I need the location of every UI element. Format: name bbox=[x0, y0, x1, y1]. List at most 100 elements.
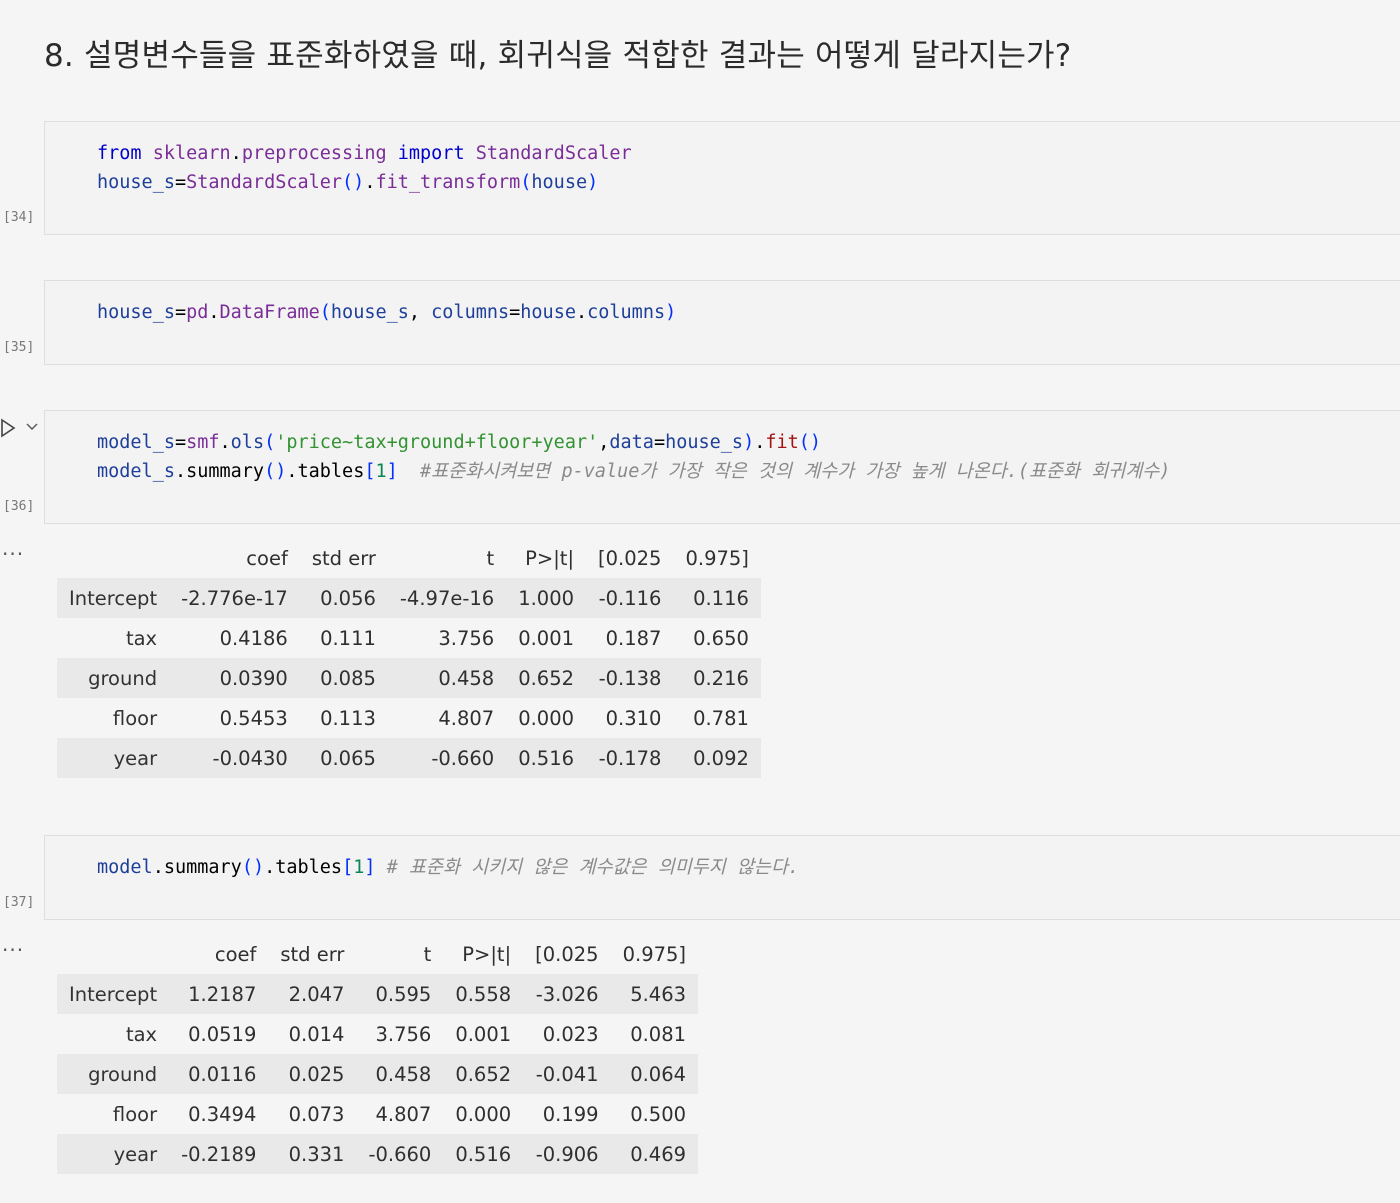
table-cell: 5.463 bbox=[630, 982, 687, 1006]
table-cell: 0.516 bbox=[455, 1142, 512, 1166]
table-row: tax 0.4186 0.111 3.756 0.001 0.187 0.650 bbox=[57, 618, 761, 658]
column-header: P>|t| bbox=[462, 942, 512, 966]
table-cell: 0.025 bbox=[288, 1062, 345, 1086]
table-cell: 0.092 bbox=[693, 746, 749, 770]
table-row: year -0.0430 0.065 -0.660 0.516 -0.178 0.092 bbox=[57, 738, 761, 778]
code-token: () bbox=[241, 857, 265, 878]
code-comment: # 표준화 시키지 않은 계수값은 의미두지 않는다. bbox=[386, 857, 800, 878]
table-cell: 0.516 bbox=[518, 746, 575, 770]
row-label: Intercept bbox=[69, 982, 158, 1006]
code-token: [ bbox=[364, 461, 376, 482]
code-token: . bbox=[754, 432, 766, 453]
code-token: , bbox=[598, 432, 610, 453]
code-token: tables bbox=[297, 461, 365, 482]
code-token: house_s bbox=[330, 302, 409, 323]
table-cell: -3.026 bbox=[535, 982, 599, 1006]
column-header bbox=[57, 934, 169, 974]
code-token: = bbox=[509, 302, 521, 323]
table-cell: 4.807 bbox=[375, 1102, 432, 1126]
column-header: std err bbox=[280, 942, 345, 966]
table-cell: 0.001 bbox=[455, 1022, 512, 1046]
code-cell-36-source[interactable]: model_s=smf.ols('price~tax+ground+floor+… bbox=[97, 428, 1170, 486]
column-header: [0.025 bbox=[598, 546, 662, 570]
row-label: tax bbox=[125, 626, 158, 650]
table-cell: 3.756 bbox=[438, 626, 495, 650]
table-cell: 0.085 bbox=[320, 666, 376, 690]
code-token: 1 bbox=[353, 857, 365, 878]
table-cell: 1.000 bbox=[518, 586, 575, 610]
code-token: ( bbox=[520, 172, 532, 193]
table-cell: 0.113 bbox=[320, 706, 376, 730]
code-token: data bbox=[609, 432, 654, 453]
table-cell: 0.469 bbox=[630, 1142, 687, 1166]
code-token: . bbox=[174, 461, 187, 482]
table-cell: -0.0430 bbox=[212, 746, 288, 770]
code-token: ols bbox=[230, 432, 265, 453]
code-token: summary bbox=[186, 461, 265, 482]
table-cell: -0.906 bbox=[535, 1142, 599, 1166]
table-cell: 0.199 bbox=[542, 1102, 599, 1126]
table-cell: -0.660 bbox=[431, 746, 495, 770]
table-cell: 0.111 bbox=[320, 626, 376, 650]
table-cell: 0.116 bbox=[693, 586, 749, 610]
output-more-icon[interactable]: ... bbox=[2, 932, 24, 956]
code-cell-37-source[interactable]: model.summary().tables[1] # 표준화 시키지 않은 계… bbox=[97, 853, 799, 882]
output-table-raw: coef std err t P>|t| [0.025 0.975] Intercept 1… bbox=[57, 934, 699, 1174]
run-cell-icon[interactable] bbox=[0, 418, 16, 438]
code-token: ) bbox=[665, 302, 677, 323]
table-cell: 0.056 bbox=[320, 586, 376, 610]
code-token: () bbox=[798, 432, 822, 453]
code-token: () bbox=[264, 461, 287, 482]
table-cell: 0.000 bbox=[518, 706, 575, 730]
table-cell: 0.4186 bbox=[219, 626, 288, 650]
table-cell: 0.0116 bbox=[188, 1062, 257, 1086]
table-cell: -0.660 bbox=[368, 1142, 432, 1166]
code-cell-35-source[interactable]: house_s=pd.DataFrame(house_s, columns=ho… bbox=[97, 298, 676, 327]
table-cell: -0.138 bbox=[598, 666, 662, 690]
code-token: ) bbox=[587, 172, 599, 193]
table-cell: 0.081 bbox=[630, 1022, 687, 1046]
chevron-down-icon[interactable] bbox=[25, 420, 39, 434]
table-row: Intercept 1.2187 2.047 0.595 0.558 -3.026 5.46… bbox=[57, 974, 699, 1014]
table-cell: 0.595 bbox=[375, 982, 432, 1006]
code-token: = bbox=[174, 302, 187, 323]
code-token: fit bbox=[765, 432, 799, 453]
column-header bbox=[57, 538, 169, 578]
table-cell: 0.5453 bbox=[219, 706, 288, 730]
execution-count: [35] bbox=[3, 340, 35, 355]
row-label: year bbox=[113, 746, 158, 770]
code-token: 'price~tax+ground+floor+year' bbox=[275, 432, 599, 453]
table-row: year -0.2189 0.331 -0.660 0.516 -0.906 0.469 bbox=[57, 1134, 699, 1174]
table-cell: 0.781 bbox=[693, 706, 749, 730]
table-row: floor 0.5453 0.113 4.807 0.000 0.310 0.781 bbox=[57, 698, 761, 738]
code-token: ] bbox=[364, 857, 376, 878]
column-header: coef bbox=[246, 546, 288, 570]
column-header: t bbox=[486, 546, 495, 570]
output-more-icon[interactable]: ... bbox=[2, 536, 24, 560]
row-label: floor bbox=[112, 1102, 158, 1126]
code-token: from bbox=[97, 143, 142, 164]
table-cell: -0.041 bbox=[535, 1062, 599, 1086]
table-cell: 0.023 bbox=[542, 1022, 599, 1046]
code-token: = bbox=[174, 432, 187, 453]
table-cell: 0.065 bbox=[320, 746, 376, 770]
execution-count: [34] bbox=[3, 210, 35, 225]
code-token: house_s bbox=[97, 302, 175, 323]
code-token: . bbox=[152, 857, 164, 878]
table-row: ground 0.0116 0.025 0.458 0.652 -0.041 0.064 bbox=[57, 1054, 699, 1094]
code-token: smf bbox=[186, 432, 220, 453]
column-header: 0.975] bbox=[685, 546, 749, 570]
code-token: house bbox=[520, 302, 576, 323]
output-table-standardized: coef std err t P>|t| [0.025 0.975] Intercept -… bbox=[57, 538, 761, 778]
table-cell: -4.97e-16 bbox=[399, 586, 495, 610]
code-token: 1 bbox=[375, 461, 387, 482]
section-heading: 8. 설명변수들을 표준화하였을 때, 회귀식을 적합한 결과는 어떻게 달라지… bbox=[44, 38, 1072, 74]
table-cell: 0.500 bbox=[630, 1102, 687, 1126]
code-token: columns bbox=[431, 302, 510, 323]
table-row: tax 0.0519 0.014 3.756 0.001 0.023 0.081 bbox=[57, 1014, 698, 1054]
table-cell: 0.014 bbox=[288, 1022, 345, 1046]
code-cell-34-source[interactable]: from sklearn.preprocessing import Standa… bbox=[97, 139, 632, 197]
table-cell: 0.458 bbox=[438, 666, 495, 690]
table-cell: -0.178 bbox=[598, 746, 662, 770]
code-token: , bbox=[408, 302, 421, 323]
